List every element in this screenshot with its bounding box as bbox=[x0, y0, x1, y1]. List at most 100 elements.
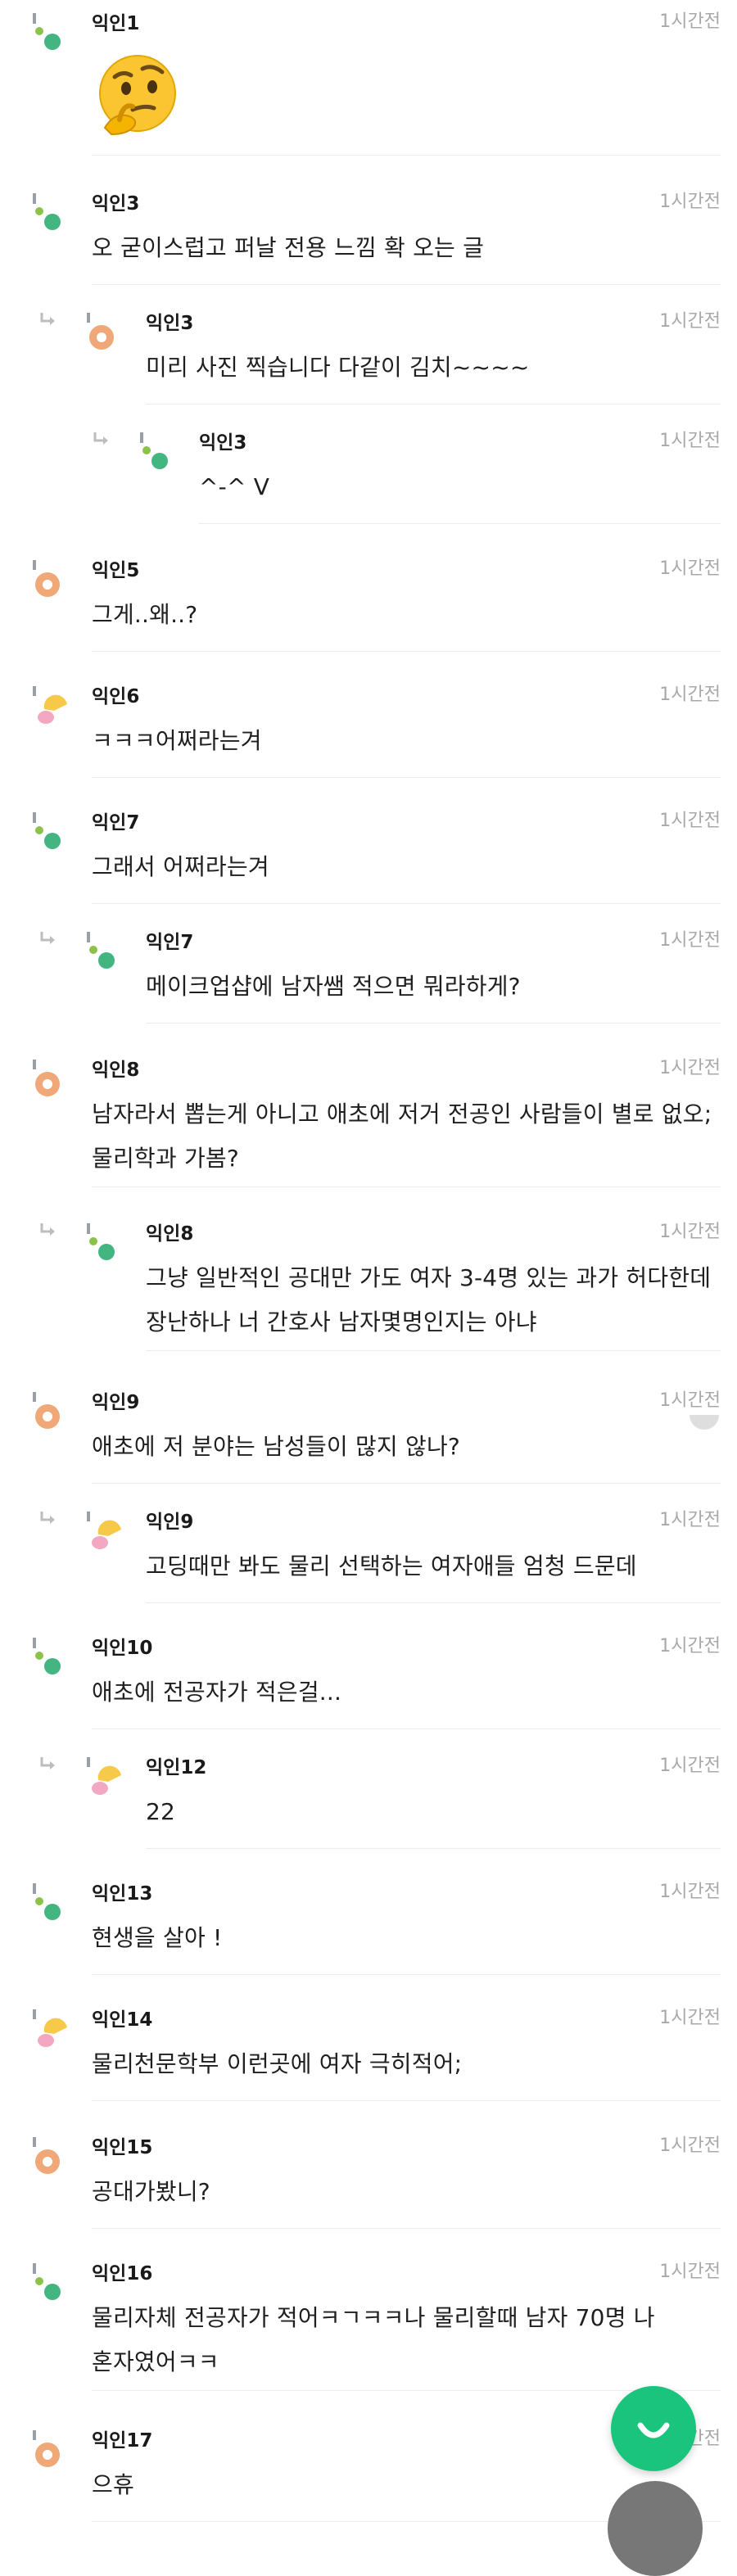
comment-author[interactable]: 익인10 bbox=[92, 1636, 152, 1661]
comment-text: 물리자체 전공자가 적어ㅋㄱㅋㅋ나 물리할때 남자 70명 나 혼자였어ㅋㅋ bbox=[92, 2304, 655, 2375]
avatar-icon[interactable] bbox=[33, 1392, 74, 1433]
comment-author[interactable]: 익인7 bbox=[92, 811, 139, 835]
smile-icon bbox=[637, 2422, 670, 2438]
comment-item[interactable]: 익인13 1시간전현생을 살아 ! bbox=[0, 1870, 737, 1975]
comment-author[interactable]: 익인12 bbox=[146, 1756, 206, 1780]
reply-arrow-icon bbox=[39, 311, 55, 325]
comment-text: 오 굳이스럽고 퍼날 전용 느낌 확 오는 글 bbox=[92, 234, 485, 261]
avatar-icon[interactable] bbox=[33, 2263, 74, 2304]
thinking-face-icon bbox=[90, 49, 180, 139]
comment-divider bbox=[146, 1023, 721, 1024]
comment-item[interactable]: 익인12 1시간전 22 bbox=[0, 1744, 737, 1849]
comment-item[interactable]: 익인8 1시간전그냥 일반적인 공대만 가도 여자 3-4명 있는 과가 허다한데… bbox=[0, 1210, 737, 1351]
comment-author[interactable]: 익인7 bbox=[146, 930, 193, 955]
comment-divider bbox=[146, 1350, 721, 1351]
avatar-icon[interactable] bbox=[33, 1883, 74, 1924]
comment-item[interactable]: 익인7 1시간전 그래서 어쩌라는겨 bbox=[0, 799, 737, 904]
comment-author[interactable]: 익인3 bbox=[199, 431, 246, 455]
comment-divider bbox=[92, 777, 721, 778]
avatar-icon[interactable] bbox=[33, 1060, 74, 1100]
comment-author[interactable]: 익인9 bbox=[92, 1390, 139, 1415]
comment-text: 애초에 저 분야는 남성들이 많지 않나? bbox=[92, 1433, 460, 1460]
comment-author[interactable]: 익인3 bbox=[92, 192, 139, 216]
comment-text: 미리 사진 찍습니다 다같이 김치~~~~ bbox=[146, 354, 530, 381]
comment-item[interactable]: 익인5 1시간전그게..왜..? bbox=[0, 547, 737, 652]
comment-item[interactable]: 익인14 1시간전 물리천문학부 이런곳에 여자 극히적어; bbox=[0, 1996, 737, 2101]
avatar-icon[interactable] bbox=[87, 1757, 128, 1798]
comment-time: 1시간전 bbox=[659, 1636, 721, 1656]
comment-time: 1시간전 bbox=[659, 811, 721, 831]
comment-text: 공대가봤니? bbox=[92, 2178, 210, 2205]
comment-divider bbox=[92, 2228, 721, 2229]
avatar-icon[interactable] bbox=[33, 560, 74, 601]
comment-item[interactable]: 익인3 1시간전미리 사진 찍습니다 다같이 김치~~~~ bbox=[0, 300, 737, 404]
comment-item[interactable]: 익인1 1시간전 bbox=[0, 0, 737, 156]
scroll-top-button[interactable] bbox=[608, 2481, 703, 2576]
comment-time: 1시간전 bbox=[659, 1882, 721, 1902]
comment-author[interactable]: 익인9 bbox=[146, 1510, 193, 1534]
comment-author[interactable]: 익인5 bbox=[92, 558, 139, 583]
avatar-icon[interactable] bbox=[33, 13, 74, 54]
comment-time: 1시간전 bbox=[659, 1222, 721, 1242]
reply-arrow-icon bbox=[93, 431, 108, 445]
comment-text: 현생을 살아 ! bbox=[92, 1924, 223, 1951]
comment-author[interactable]: 익인3 bbox=[146, 311, 193, 336]
reply-arrow-icon bbox=[39, 1510, 55, 1524]
avatar-icon[interactable] bbox=[33, 812, 74, 853]
comment-divider bbox=[92, 2390, 721, 2391]
comment-author[interactable]: 익인13 bbox=[92, 1882, 152, 1906]
comment-item[interactable]: 익인8 1시간전 남자라서 뽑는게 아니고 애초에 저거 전공인 사람들이 별로 없… bbox=[0, 1046, 737, 1187]
reply-arrow-icon bbox=[39, 1756, 55, 1769]
comment-author[interactable]: 익인14 bbox=[92, 2008, 152, 2032]
comment-item[interactable]: 익인16 1시간전 물리자체 전공자가 적어ㅋㄱㅋㅋ나 물리할때 남자 70명 나 … bbox=[0, 2250, 737, 2391]
comment-text: 그게..왜..? bbox=[92, 601, 198, 628]
avatar-icon[interactable] bbox=[87, 932, 128, 973]
comment-time: 1시간전 bbox=[659, 2135, 721, 2156]
comment-author[interactable]: 익인8 bbox=[92, 1058, 139, 1082]
comment-item[interactable]: 익인7 1시간전 메이크업샵에 남자쌤 적으면 뭐라하게? bbox=[0, 919, 737, 1024]
comment-time: 1시간전 bbox=[659, 1390, 721, 1411]
comment-author[interactable]: 익인6 bbox=[92, 685, 139, 709]
comment-text: 그냥 일반적인 공대만 가도 여자 3-4명 있는 과가 허다한데 장난하나 너… bbox=[146, 1264, 712, 1335]
comment-time: 1시간전 bbox=[659, 558, 721, 579]
comment-author[interactable]: 익인17 bbox=[92, 2429, 152, 2453]
comment-time: 1시간전 bbox=[659, 311, 721, 332]
comment-author[interactable]: 익인15 bbox=[92, 2135, 152, 2160]
avatar-icon[interactable] bbox=[87, 1512, 128, 1552]
reply-arrow-icon bbox=[39, 1222, 55, 1236]
avatar-icon[interactable] bbox=[140, 432, 181, 473]
comment-divider bbox=[92, 155, 721, 156]
comment-item[interactable]: 익인9 1시간전애초에 저 분야는 남성들이 많지 않나? bbox=[0, 1379, 737, 1484]
comment-text: 메이크업샵에 남자쌤 적으면 뭐라하게? bbox=[146, 973, 521, 1000]
comment-text: 물리천문학부 이런곳에 여자 극히적어; bbox=[92, 2050, 463, 2077]
comment-time: 1시간전 bbox=[659, 431, 721, 451]
avatar-icon[interactable] bbox=[33, 193, 74, 234]
comment-text: 애초에 전공자가 적은걸... bbox=[92, 1679, 342, 1706]
write-comment-button[interactable] bbox=[611, 2386, 696, 2471]
comment-time: 1시간전 bbox=[659, 1510, 721, 1530]
comment-divider bbox=[92, 1186, 721, 1187]
comment-author[interactable]: 익인16 bbox=[92, 2262, 152, 2286]
comment-divider bbox=[92, 651, 721, 652]
comment-time: 1시간전 bbox=[659, 192, 721, 212]
avatar-icon[interactable] bbox=[33, 1638, 74, 1679]
comment-item[interactable]: 익인10 1시간전애초에 전공자가 적은걸... bbox=[0, 1625, 737, 1729]
comment-item[interactable]: 익인9 1시간전 고딩때만 봐도 물리 선택하는 여자애들 엄청 드문데 bbox=[0, 1498, 737, 1603]
avatar-icon[interactable] bbox=[33, 2137, 74, 2178]
comment-item[interactable]: 익인3 1시간전 ^-^ V bbox=[0, 419, 737, 524]
avatar-icon[interactable] bbox=[33, 686, 74, 727]
avatar-icon[interactable] bbox=[87, 1223, 128, 1264]
avatar-icon[interactable] bbox=[33, 2430, 74, 2471]
comment-text: 남자라서 뽑는게 아니고 애초에 저거 전공인 사람들이 별로 없오; 물리학과… bbox=[92, 1100, 712, 1172]
comment-divider bbox=[146, 1602, 721, 1603]
comment-text: ㅋㅋㅋ어쩌라는겨 bbox=[92, 727, 262, 754]
comment-author[interactable]: 익인8 bbox=[146, 1222, 193, 1246]
comment-divider bbox=[92, 1974, 721, 1975]
avatar-icon[interactable] bbox=[87, 313, 128, 354]
comment-author[interactable]: 익인1 bbox=[92, 11, 139, 36]
comment-item[interactable]: 익인3 1시간전오 굳이스럽고 퍼날 전용 느낌 확 오는 글 bbox=[0, 180, 737, 285]
comment-time: 1시간전 bbox=[659, 11, 721, 32]
comment-item[interactable]: 익인6 1시간전 ㅋㅋㅋ어쩌라는겨 bbox=[0, 673, 737, 778]
comment-item[interactable]: 익인15 1시간전공대가봤니? bbox=[0, 2124, 737, 2229]
avatar-icon[interactable] bbox=[33, 2009, 74, 2050]
